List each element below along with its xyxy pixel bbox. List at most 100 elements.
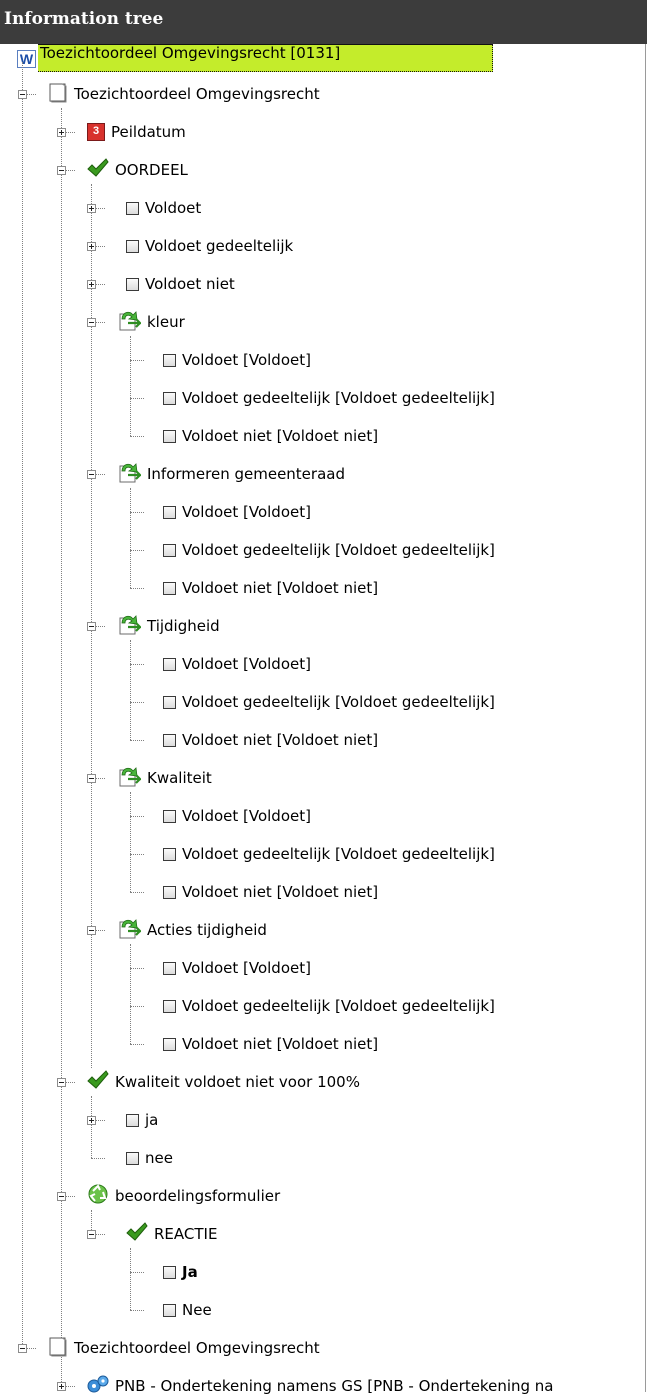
expand-plus-icon[interactable] <box>87 1116 96 1125</box>
tree-node[interactable]: Voldoet gedeeltelijk [Voldoet gedeelteli… <box>163 992 495 1020</box>
checkbox-icon[interactable] <box>163 543 176 557</box>
tree-node[interactable]: Peildatum <box>87 118 186 146</box>
collapse-minus-icon[interactable] <box>87 1230 96 1239</box>
checkbox-icon[interactable] <box>163 391 176 405</box>
collapse-minus-icon[interactable] <box>87 318 96 327</box>
tree-node[interactable]: Voldoet [Voldoet] <box>163 954 311 982</box>
gear-icon <box>87 1374 109 1398</box>
root-document-item[interactable]: Toezichtoordeel Omgevingsrecht [0131] <box>38 44 493 72</box>
tree-connector-vertical <box>130 944 131 1044</box>
collapse-minus-icon[interactable] <box>57 1192 66 1201</box>
tree-node[interactable]: Voldoet gedeeltelijk [Voldoet gedeelteli… <box>163 384 495 412</box>
checkbox-icon[interactable] <box>163 581 176 595</box>
tree-node-label: Voldoet niet [Voldoet niet] <box>182 427 379 445</box>
arrow-page-icon <box>117 917 143 943</box>
tree-node[interactable]: Voldoet niet [Voldoet niet] <box>163 726 378 754</box>
checkbox-icon[interactable] <box>163 961 176 975</box>
tree-node[interactable]: Tijdigheid <box>117 612 220 640</box>
tree-node-label: Voldoet gedeeltelijk [Voldoet gedeelteli… <box>182 997 495 1015</box>
tree-node[interactable]: beoordelingsformulier <box>87 1182 280 1210</box>
collapse-minus-icon[interactable] <box>87 774 96 783</box>
checkbox-icon[interactable] <box>163 695 176 709</box>
checkbox-icon[interactable] <box>126 1113 139 1127</box>
tree-node[interactable]: Voldoet [Voldoet] <box>163 346 311 374</box>
collapse-minus-icon[interactable] <box>87 622 96 631</box>
expand-plus-icon[interactable] <box>87 204 96 213</box>
tree-node[interactable]: Informeren gemeenteraad <box>117 460 345 488</box>
tree-node[interactable]: Toezichtoordeel Omgevingsrecht <box>48 80 320 108</box>
arrow-page-icon <box>117 461 143 487</box>
expand-plus-icon[interactable] <box>87 280 96 289</box>
checkbox-icon[interactable] <box>163 847 176 861</box>
tree-node-label: Ja <box>182 1263 198 1281</box>
collapse-minus-icon[interactable] <box>57 166 66 175</box>
checkbox-icon[interactable] <box>126 201 139 215</box>
tree-connector-horizontal <box>130 664 144 665</box>
tree-node[interactable]: Voldoet niet <box>126 270 235 298</box>
tree-node[interactable]: Voldoet [Voldoet] <box>163 802 311 830</box>
tree-node[interactable]: OORDEEL <box>87 156 188 184</box>
checkbox-icon[interactable] <box>126 1151 139 1165</box>
tree-node[interactable]: Voldoet niet [Voldoet niet] <box>163 422 378 450</box>
tree-node[interactable]: Toezichtoordeel Omgevingsrecht <box>48 1334 320 1362</box>
tree-node[interactable]: Voldoet gedeeltelijk <box>126 232 293 260</box>
checkbox-icon[interactable] <box>163 657 176 671</box>
tree-node[interactable]: Voldoet gedeeltelijk [Voldoet gedeelteli… <box>163 536 495 564</box>
checkbox-icon[interactable] <box>163 505 176 519</box>
checkbox-icon[interactable] <box>163 1265 176 1279</box>
tree-node[interactable]: Voldoet niet [Voldoet niet] <box>163 878 378 906</box>
tree-connector-vertical <box>130 488 131 588</box>
tree-node-label: Voldoet [Voldoet] <box>182 959 311 977</box>
tree-node[interactable]: Nee <box>163 1296 212 1324</box>
expand-plus-icon[interactable] <box>87 242 96 251</box>
tree-node[interactable]: Ja <box>163 1258 198 1286</box>
tree-node[interactable]: Voldoet [Voldoet] <box>163 498 311 526</box>
checkbox-icon[interactable] <box>163 885 176 899</box>
collapse-minus-icon[interactable] <box>87 926 96 935</box>
tree-node[interactable]: Voldoet niet [Voldoet niet] <box>163 1030 378 1058</box>
expand-plus-icon[interactable] <box>57 128 66 137</box>
collapse-minus-icon[interactable] <box>18 90 27 99</box>
checkbox-icon[interactable] <box>163 1303 176 1317</box>
tree-connector-horizontal <box>130 702 144 703</box>
tree-connector-horizontal <box>130 1272 144 1273</box>
checkbox-icon[interactable] <box>126 277 139 291</box>
checkbox-icon[interactable] <box>163 353 176 367</box>
tree-connector-horizontal <box>130 1044 144 1045</box>
tree-node[interactable]: PNB - Ondertekening namens GS [PNB - Ond… <box>87 1372 554 1400</box>
tree-node-label: REACTIE <box>154 1225 218 1243</box>
checkbox-icon[interactable] <box>163 999 176 1013</box>
tree-connector-horizontal <box>130 398 144 399</box>
collapse-minus-icon[interactable] <box>87 470 96 479</box>
tree-node-label: Voldoet niet [Voldoet niet] <box>182 579 379 597</box>
expand-plus-icon[interactable] <box>57 1382 66 1391</box>
tree-connector-horizontal <box>130 512 144 513</box>
tree-node[interactable]: nee <box>126 1144 173 1172</box>
tree-node[interactable]: Voldoet gedeeltelijk [Voldoet gedeelteli… <box>163 688 495 716</box>
tree-node[interactable]: Kwaliteit <box>117 764 212 792</box>
checkbox-icon[interactable] <box>126 239 139 253</box>
checkbox-icon[interactable] <box>163 1037 176 1051</box>
tree-connector-vertical <box>91 1096 92 1158</box>
tree-node[interactable]: Kwaliteit voldoet niet voor 100% <box>87 1068 360 1096</box>
tree-node[interactable]: Voldoet niet [Voldoet niet] <box>163 574 378 602</box>
tree-node-label: Toezichtoordeel Omgevingsrecht <box>74 85 320 103</box>
collapse-minus-icon[interactable] <box>18 1344 27 1353</box>
tree-connector-horizontal <box>91 1158 105 1159</box>
checkbox-icon[interactable] <box>163 809 176 823</box>
collapse-minus-icon[interactable] <box>57 1078 66 1087</box>
tree-node[interactable]: Voldoet [Voldoet] <box>163 650 311 678</box>
tree-connector-horizontal <box>130 816 144 817</box>
tree-node[interactable]: kleur <box>117 308 185 336</box>
tree-node-label: Nee <box>182 1301 212 1319</box>
tree-node-label: Kwaliteit <box>147 769 212 787</box>
document-icon <box>48 82 68 107</box>
recycle-icon <box>87 1183 109 1209</box>
tree-node[interactable]: Voldoet gedeeltelijk [Voldoet gedeelteli… <box>163 840 495 868</box>
checkbox-icon[interactable] <box>163 429 176 443</box>
tree-node[interactable]: Voldoet <box>126 194 201 222</box>
tree-node[interactable]: REACTIE <box>126 1220 217 1248</box>
checkbox-icon[interactable] <box>163 733 176 747</box>
tree-node[interactable]: ja <box>126 1106 158 1134</box>
tree-node[interactable]: Acties tijdigheid <box>117 916 267 944</box>
